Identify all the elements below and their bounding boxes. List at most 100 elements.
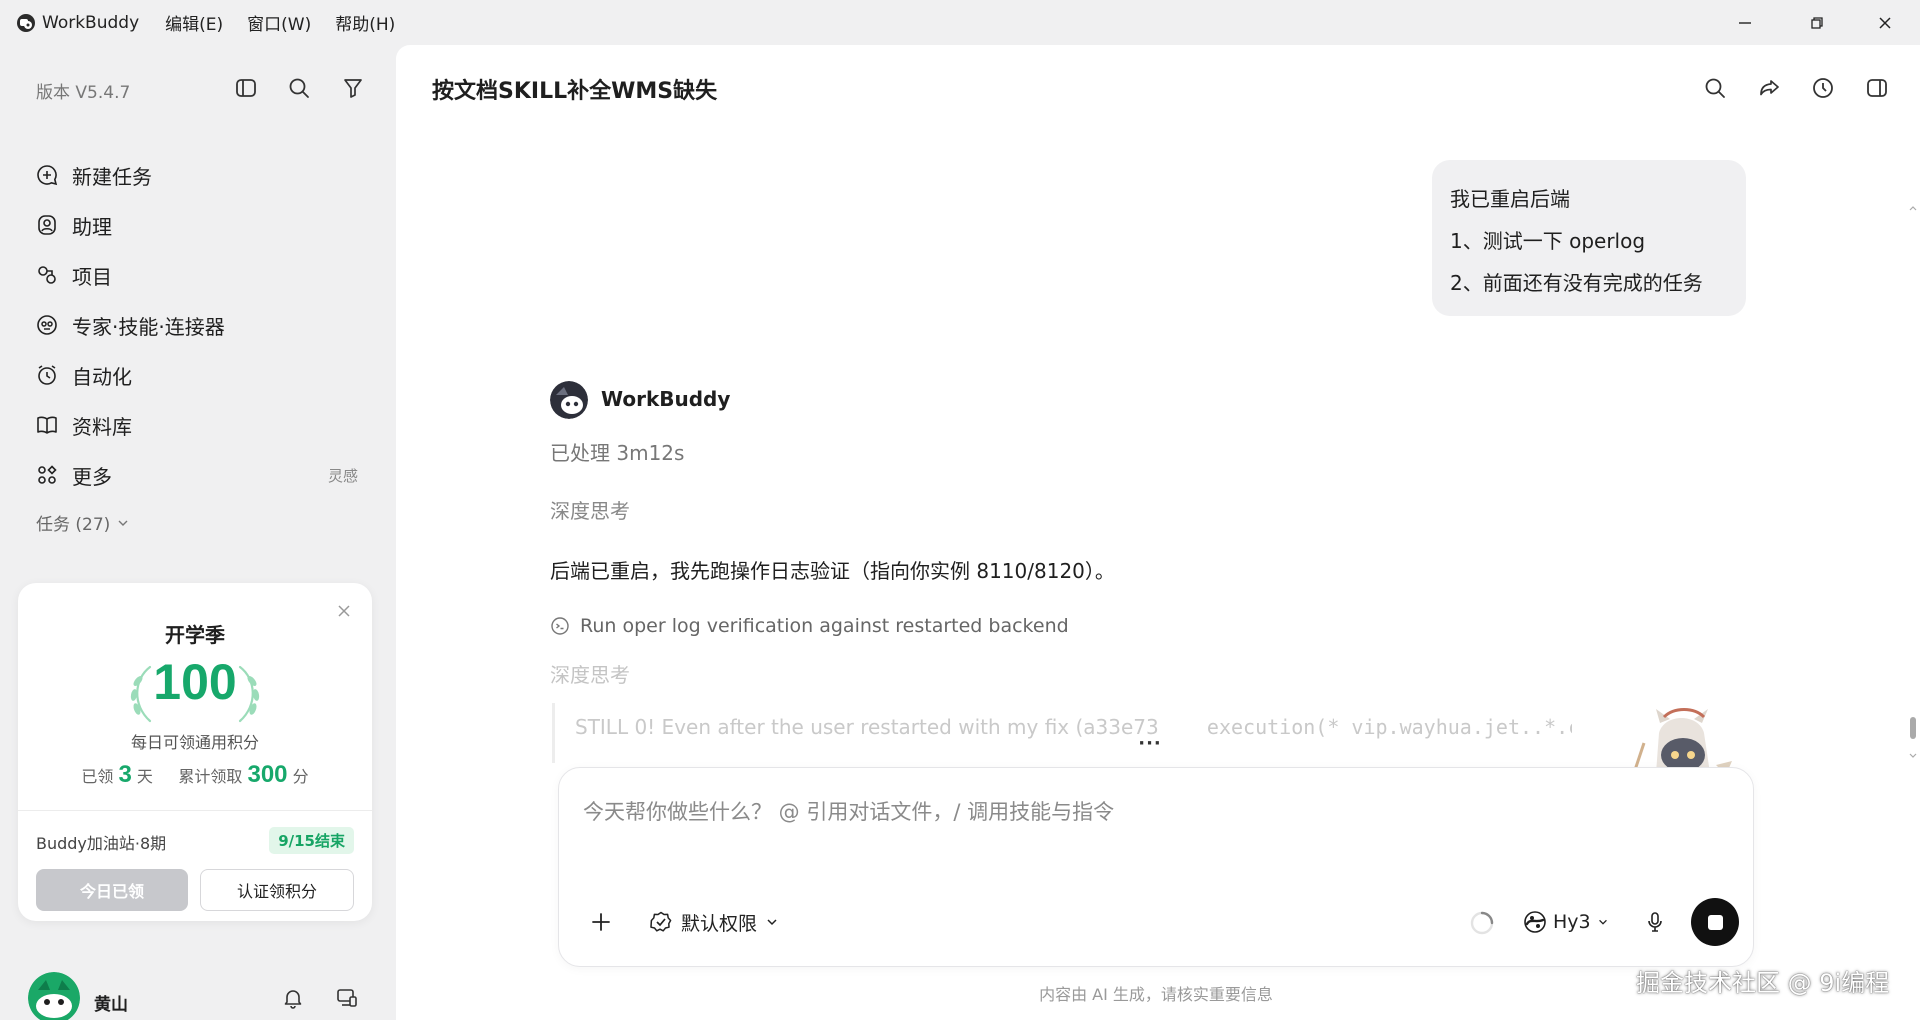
clock-icon (1813, 78, 1833, 98)
add-attachment-button[interactable] (585, 906, 617, 938)
promo-end-badge: 9/15结束 (269, 827, 354, 854)
history-button[interactable] (1806, 71, 1840, 105)
loading-spinner-icon (1470, 911, 1494, 935)
promo-stats: 已领 3 天 累计领取 300 分 (18, 761, 372, 789)
close-icon (1879, 16, 1891, 29)
tasks-label: 任务 (27) (36, 515, 111, 535)
search-icon (289, 78, 309, 98)
permission-dropdown[interactable]: 默认权限 (649, 906, 779, 938)
restore-icon (1811, 16, 1823, 29)
nav-label: 新建任务 (72, 164, 152, 189)
promo-title: 开学季 (165, 623, 225, 647)
thinking-stream-code: execution(* vip.wayhua.jet..*.contro (1206, 715, 1572, 739)
tool-run-item[interactable]: Run oper log verification against restar… (550, 615, 1069, 637)
nav-more[interactable]: 更多 灵感 (30, 453, 370, 497)
promo-divider (18, 810, 372, 811)
scroll-up-arrow-icon[interactable] (1909, 205, 1917, 211)
nav-label: 项目 (72, 264, 112, 289)
promo-points-number: 100 (153, 654, 237, 710)
chat-search-button[interactable] (1698, 71, 1732, 105)
menu-bar: WorkBuddy 编辑(E) 窗口(W) 帮助(H) (0, 0, 1920, 45)
user-name: 黄山 (94, 995, 128, 1015)
more-options-button[interactable]: ··· (1128, 735, 1172, 759)
page-title: 按文档SKILL补全WMS缺失 (432, 79, 718, 104)
scroll-down-arrow-icon[interactable] (1909, 753, 1917, 759)
main-panel: 按文档SKILL补全WMS缺失 我已重启后端 1、测试一下 operlog 2、… (396, 45, 1920, 1020)
user-message-bubble: 我已重启后端 1、测试一下 operlog 2、前面还有没有完成的任务 (1432, 160, 1746, 316)
nav-project[interactable]: 项目 (30, 253, 370, 297)
toggle-panel-button[interactable] (1860, 71, 1894, 105)
device-button[interactable] (332, 983, 362, 1013)
message-input[interactable] (583, 792, 1683, 832)
expert-icon (34, 312, 60, 338)
avatar[interactable] (28, 972, 80, 1020)
minimize-button[interactable] (1712, 0, 1778, 45)
menu-edit[interactable]: 编辑(E) (165, 10, 223, 35)
nav-label: 资料库 (72, 414, 132, 439)
share-icon (1760, 80, 1779, 96)
permission-label: 默认权限 (681, 912, 758, 935)
verify-claim-button[interactable]: 认证领积分 (200, 869, 354, 911)
model-logo-icon (1524, 911, 1546, 933)
close-icon (338, 605, 350, 617)
search-icon (1705, 78, 1725, 98)
nav-expert-skills[interactable]: 专家·技能·连接器 (30, 303, 370, 347)
thinking-stream-text: STILL 0! Even after the user restarted w… (575, 715, 1159, 739)
scrollbar-thumb[interactable] (1910, 717, 1916, 739)
version-label: 版本 V5.4.7 (36, 83, 131, 103)
project-icon (34, 262, 60, 288)
assistant-icon (34, 212, 60, 238)
sidebar: 版本 V5.4.7 新建任务 助理 项目 专家·技能·连接器 自动化 资料库 更… (0, 45, 396, 1020)
deep-thinking-label[interactable]: 深度思考 (550, 495, 630, 524)
promo-close-button[interactable] (334, 601, 354, 621)
tool-run-label: Run oper log verification against restar… (580, 615, 1069, 637)
share-button[interactable] (1752, 71, 1786, 105)
menu-window[interactable]: 窗口(W) (247, 10, 311, 35)
app-name: WorkBuddy (42, 12, 140, 33)
chevron-down-icon (1598, 919, 1607, 925)
grid-icon (34, 462, 60, 488)
chevron-down-icon (118, 520, 128, 526)
watermark: 掘金技术社区 @ 9i编程 (1636, 969, 1890, 997)
promo-card: 开学季 100 每日可领通用积分 已领 3 天 累计领取 300 分 Buddy… (18, 583, 372, 921)
stop-generation-button[interactable] (1691, 898, 1739, 946)
stat-prefix: 已领 (81, 767, 114, 786)
book-icon (34, 412, 60, 438)
tasks-header[interactable]: 任务 (27) (36, 510, 130, 535)
plus-chat-icon (34, 162, 60, 188)
microphone-icon (1648, 912, 1662, 932)
claimed-today-button[interactable]: 今日已领 (36, 869, 188, 911)
toggle-sidebar-button[interactable] (231, 73, 261, 103)
side-panel-icon (1867, 79, 1887, 97)
nav-automation[interactable]: 自动化 (30, 353, 370, 397)
close-window-button[interactable] (1852, 0, 1918, 45)
chevron-down-icon (767, 919, 777, 926)
restore-button[interactable] (1784, 0, 1850, 45)
deep-thinking-label-2[interactable]: 深度思考 (550, 659, 630, 688)
thinking-stream: STILL 0! Even after the user restarted w… (552, 703, 1572, 763)
filter-button[interactable] (338, 73, 368, 103)
app-logo-icon (17, 13, 35, 32)
menu-help[interactable]: 帮助(H) (335, 10, 395, 35)
terminal-icon (551, 617, 569, 635)
voice-input-button[interactable] (1639, 906, 1671, 938)
bell-icon (284, 990, 302, 1009)
bot-avatar (550, 381, 588, 419)
promo-subtitle: 每日可领通用积分 (130, 733, 259, 752)
user-message-line: 我已重启后端 (1450, 187, 1570, 211)
model-selector[interactable]: Hy3 (1523, 906, 1609, 938)
nav-library[interactable]: 资料库 (30, 403, 370, 447)
stat-total-prefix: 累计领取 (178, 767, 243, 786)
notification-button[interactable] (278, 983, 308, 1013)
sidebar-search-button[interactable] (284, 73, 314, 103)
minimize-icon (1739, 21, 1751, 24)
model-label: Hy3 (1553, 911, 1591, 933)
nav-new-task[interactable]: 新建任务 (30, 153, 370, 197)
user-message-line: 1、测试一下 operlog (1450, 229, 1646, 253)
nav-label: 助理 (72, 214, 112, 239)
nav-assistant[interactable]: 助理 (30, 203, 370, 247)
stat-total-unit: 分 (292, 767, 309, 786)
plus-icon (592, 913, 610, 931)
workbuddy-logo-icon (550, 381, 588, 419)
processed-time[interactable]: 已处理 3m12s (550, 437, 684, 466)
